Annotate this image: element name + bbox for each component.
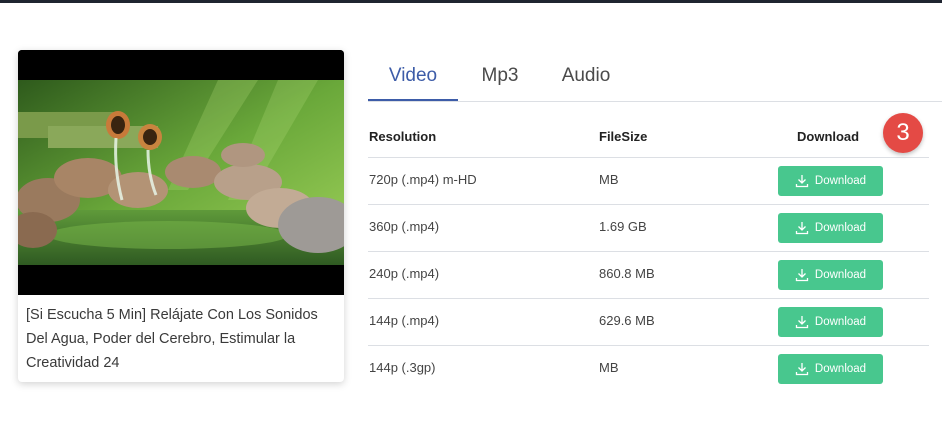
download-button[interactable]: Download: [778, 307, 883, 337]
header-download: Download: [797, 129, 860, 144]
download-icon: [795, 222, 809, 235]
download-button-label: Download: [814, 316, 867, 328]
header-filesize: FileSize: [599, 129, 648, 144]
table-row: 144p (.mp4) 629.6 MB Download: [368, 299, 929, 346]
download-button[interactable]: Download: [778, 166, 883, 196]
download-icon: [795, 363, 809, 376]
table-row: 144p (.3gp) MB Download: [368, 346, 929, 392]
step-number-badge: 3: [883, 113, 923, 153]
resolution-cell: 144p (.3gp): [369, 360, 436, 375]
filesize-cell: 1.69 GB: [599, 219, 647, 234]
table-row: 360p (.mp4) 1.69 GB Download: [368, 205, 929, 252]
download-icon: [795, 175, 809, 188]
resolution-cell: 144p (.mp4): [369, 313, 440, 328]
filesize-cell: 860.8 MB: [599, 266, 655, 281]
download-icon: [795, 269, 809, 282]
tab-audio[interactable]: Audio: [546, 56, 626, 100]
download-button[interactable]: Download: [778, 260, 883, 290]
video-thumbnail[interactable]: [18, 50, 344, 295]
tab-mp3[interactable]: Mp3: [464, 56, 536, 100]
format-tabs: Video Mp3 Audio: [368, 56, 942, 102]
download-button-label: Download: [814, 222, 867, 234]
filesize-cell: MB: [599, 172, 619, 187]
download-table: Resolution FileSize Download 720p (.mp4)…: [368, 113, 929, 392]
video-title: [Si Escucha 5 Min] Relájate Con Los Soni…: [26, 307, 318, 371]
tab-video[interactable]: Video: [368, 56, 458, 101]
download-button[interactable]: Download: [778, 354, 883, 384]
download-button[interactable]: Download: [778, 213, 883, 243]
download-button-label: Download: [814, 175, 867, 187]
table-header: Resolution FileSize Download: [368, 113, 929, 158]
download-button-label: Download: [814, 269, 867, 281]
table-row: 240p (.mp4) 860.8 MB Download: [368, 252, 929, 299]
video-card: [Si Escucha 5 Min] Relájate Con Los Soni…: [18, 50, 344, 382]
resolution-cell: 360p (.mp4): [369, 219, 440, 234]
resolution-cell: 240p (.mp4): [369, 266, 440, 281]
header-resolution: Resolution: [369, 129, 437, 144]
top-bar: [0, 0, 942, 3]
download-button-label: Download: [814, 363, 867, 375]
download-icon: [795, 316, 809, 329]
resolution-cell: 720p (.mp4) m-HD: [369, 172, 477, 187]
table-row: 720p (.mp4) m-HD MB Download: [368, 158, 929, 205]
filesize-cell: 629.6 MB: [599, 313, 655, 328]
filesize-cell: MB: [599, 360, 619, 375]
